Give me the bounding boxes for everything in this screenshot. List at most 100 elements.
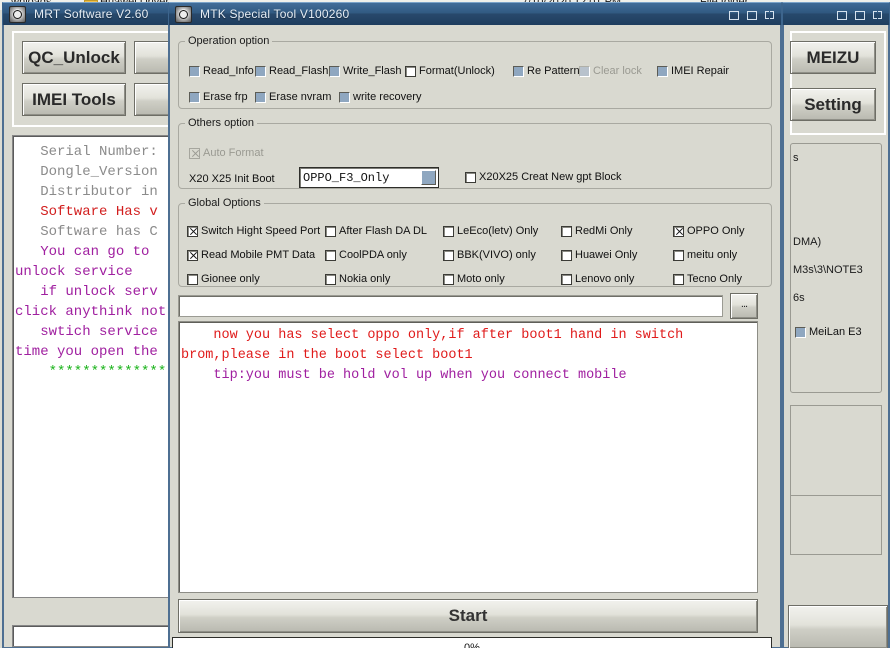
maximize-icon[interactable] bbox=[855, 10, 865, 20]
meizu-window[interactable]: MEIZU Setting s DMA) M3s\3\NOTE3 6s MeiL… bbox=[782, 2, 890, 648]
checkbox-lenovo-only[interactable]: Lenovo only bbox=[561, 273, 634, 285]
checkbox-meitu-only[interactable]: meitu only bbox=[673, 249, 737, 261]
checkbox-write-flash[interactable]: Write_Flash bbox=[329, 65, 401, 77]
global-options-legend: Global Options bbox=[188, 197, 261, 209]
checkbox-box bbox=[673, 249, 684, 261]
imei-tools-button[interactable]: IMEI Tools bbox=[22, 83, 126, 116]
browse-button[interactable]: ... bbox=[730, 293, 758, 319]
checkbox-read-flash[interactable]: Read_Flash bbox=[255, 65, 328, 77]
checkbox-erase-frp[interactable]: Erase frp bbox=[189, 91, 248, 103]
list-item[interactable]: DMA) bbox=[793, 228, 883, 256]
meizu-button[interactable]: MEIZU bbox=[790, 41, 876, 74]
global-options-group: Global Options Switch Hight Speed Port Af… bbox=[178, 197, 772, 287]
checkbox-label: Read Mobile PMT Data bbox=[201, 249, 316, 261]
mtk-window-controls[interactable] bbox=[729, 3, 774, 25]
checkbox-nokia-only[interactable]: Nokia only bbox=[325, 273, 390, 285]
checkbox-erase-nvram[interactable]: Erase nvram bbox=[255, 91, 331, 103]
mtk-special-tool-window[interactable]: MTK Special Tool V100260 Operation optio… bbox=[168, 2, 782, 648]
checkbox-label: CoolPDA only bbox=[339, 249, 407, 261]
list-item[interactable] bbox=[793, 172, 883, 200]
meizu-device-list[interactable]: s DMA) M3s\3\NOTE3 6s MeiLan E3 bbox=[791, 144, 883, 394]
checkbox-box bbox=[561, 273, 572, 285]
operation-option-group: Operation option Read_Info Read_Flash Writ… bbox=[178, 35, 772, 109]
chevron-down-icon[interactable] bbox=[421, 170, 436, 185]
minimize-icon[interactable] bbox=[729, 10, 739, 20]
checkbox-switch-high-speed-port[interactable]: Switch Hight Speed Port bbox=[187, 225, 320, 237]
meizu-body: MEIZU Setting s DMA) M3s\3\NOTE3 6s MeiL… bbox=[782, 25, 890, 648]
restore-icon[interactable] bbox=[873, 10, 882, 19]
meizu-window-controls[interactable] bbox=[837, 3, 882, 25]
checkbox-label: Lenovo only bbox=[575, 273, 635, 285]
checkbox-box bbox=[795, 326, 806, 338]
checkbox-read-info[interactable]: Read_Info bbox=[189, 65, 254, 77]
checkbox-label: meitu only bbox=[687, 249, 738, 261]
checkbox-huawei-only[interactable]: Huawei Only bbox=[561, 249, 637, 261]
checkbox-box bbox=[561, 249, 572, 261]
maximize-icon[interactable] bbox=[747, 10, 757, 20]
checkbox-tecno-only[interactable]: Tecno Only bbox=[673, 273, 742, 285]
checkbox-coolpda-only[interactable]: CoolPDA only bbox=[325, 249, 407, 261]
init-boot-combobox[interactable]: OPPO_F3_Only bbox=[299, 167, 439, 188]
restore-icon[interactable] bbox=[765, 10, 774, 19]
file-path-input[interactable] bbox=[178, 295, 723, 317]
checkbox-box bbox=[561, 225, 572, 237]
checkbox-moto-only[interactable]: Moto only bbox=[443, 273, 505, 285]
checkbox-box bbox=[189, 65, 200, 77]
checkbox-label: Gionee only bbox=[201, 273, 260, 285]
list-item[interactable]: M3s\3\NOTE3 bbox=[793, 256, 883, 284]
checkbox-after-flash-da-dl[interactable]: After Flash DA DL bbox=[325, 225, 427, 237]
checkbox-label: Tecno Only bbox=[687, 273, 743, 285]
checkbox-redmi-only[interactable]: RedMi Only bbox=[561, 225, 632, 237]
checkbox-label: Nokia only bbox=[339, 273, 391, 285]
mtk-titlebar[interactable]: MTK Special Tool V100260 bbox=[168, 2, 782, 25]
checkbox-label: Auto Format bbox=[203, 147, 264, 159]
checkbox-read-mobile-pmt-data[interactable]: Read Mobile PMT Data bbox=[187, 249, 315, 261]
checkbox-imei-repair[interactable]: IMEI Repair bbox=[657, 65, 729, 77]
list-item[interactable]: s bbox=[793, 144, 883, 172]
mtk-window-title: MTK Special Tool V100260 bbox=[200, 7, 350, 21]
checkbox-label: X20X25 Creat New gpt Block bbox=[479, 171, 622, 183]
checkbox-label: Clear lock bbox=[593, 65, 642, 77]
checkbox-label: Huawei Only bbox=[575, 249, 638, 261]
checkbox-gpt-block[interactable]: X20X25 Creat New gpt Block bbox=[465, 171, 621, 183]
mtk-log-area[interactable]: now you has select oppo only,if after bo… bbox=[178, 321, 758, 593]
qc-unlock-button[interactable]: QC_Unlock bbox=[22, 41, 126, 74]
checkbox-label: Format(Unlock) bbox=[419, 65, 495, 77]
checkbox-re-pattern-lock[interactable]: Re Pattern l bbox=[513, 65, 585, 77]
checkbox-meilan-e3[interactable]: MeiLan E3 bbox=[795, 318, 883, 346]
checkbox-box bbox=[189, 147, 200, 159]
checkbox-box bbox=[187, 273, 198, 285]
checkbox-label: BBK(VIVO) only bbox=[457, 249, 536, 261]
checkbox-box bbox=[255, 91, 266, 103]
checkbox-box bbox=[325, 273, 336, 285]
checkbox-box bbox=[339, 91, 350, 103]
checkbox-write-recovery[interactable]: write recovery bbox=[339, 91, 421, 103]
checkbox-format-unlock[interactable]: Format(Unlock) bbox=[405, 65, 495, 77]
checkbox-box bbox=[443, 225, 454, 237]
checkbox-label: Erase nvram bbox=[269, 91, 332, 103]
checkbox-gionee-only[interactable]: Gionee only bbox=[187, 273, 260, 285]
checkbox-leeco-only[interactable]: LeEco(letv) Only bbox=[443, 225, 538, 237]
checkbox-oppo-only[interactable]: OPPO Only bbox=[673, 225, 744, 237]
others-option-group: Others option Auto Format X20 X25 Init B… bbox=[178, 117, 772, 189]
checkbox-label: Switch Hight Speed Port bbox=[201, 225, 321, 237]
checkbox-box bbox=[513, 65, 524, 77]
app-icon bbox=[9, 5, 26, 23]
checkbox-box bbox=[187, 225, 198, 237]
start-button[interactable]: Start bbox=[178, 599, 758, 633]
checkbox-label: Read_Info bbox=[203, 65, 254, 77]
setting-button[interactable]: Setting bbox=[790, 88, 876, 121]
checkbox-box bbox=[187, 249, 198, 261]
checkbox-label: IMEI Repair bbox=[671, 65, 730, 77]
meizu-titlebar[interactable] bbox=[782, 2, 890, 25]
list-item[interactable]: 6s bbox=[793, 284, 883, 312]
meizu-button-panel: MEIZU Setting bbox=[790, 31, 886, 135]
checkbox-bbk-vivo-only[interactable]: BBK(VIVO) only bbox=[443, 249, 536, 261]
checkbox-box bbox=[325, 249, 336, 261]
list-item[interactable] bbox=[793, 200, 883, 228]
checkbox-label: Read_Flash bbox=[269, 65, 329, 77]
checkbox-box bbox=[673, 225, 684, 237]
checkbox-box bbox=[405, 65, 416, 77]
minimize-icon[interactable] bbox=[837, 10, 847, 20]
meizu-action-button[interactable] bbox=[788, 605, 888, 648]
